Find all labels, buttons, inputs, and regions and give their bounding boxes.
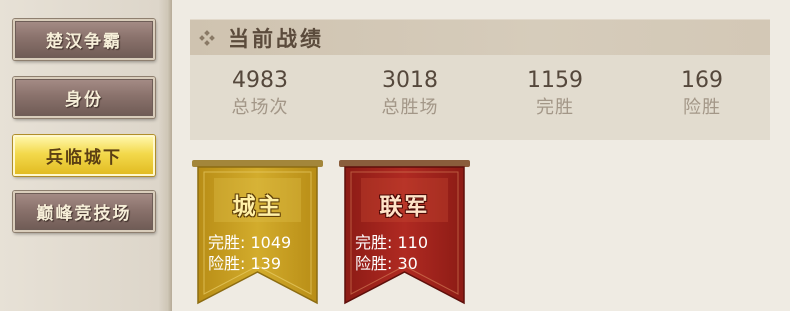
stat-value: 4983 (232, 68, 288, 93)
stat-value: 3018 (382, 68, 438, 93)
banner-perfect-wins: 完胜: 1049 (208, 233, 292, 252)
game-mode-menu: 楚汉争霸 身份 兵临城下 巅峰竞技场 (0, 0, 172, 311)
banner-title: 联军 (379, 193, 430, 220)
banner-narrow-wins: 险胜: 139 (208, 254, 282, 273)
section-header: 当前战绩 (190, 19, 770, 56)
stats-box: 4983 总场次 3018 总胜场 1159 完胜 169 险胜 (190, 55, 770, 140)
stat-total-wins: 3018 总胜场 (350, 67, 470, 121)
menu-button-binglin-chengxia[interactable]: 兵临城下 (13, 135, 155, 176)
stat-value: 169 (681, 68, 723, 93)
stat-perfect-wins: 1159 完胜 (495, 67, 615, 121)
stat-label: 险胜 (683, 97, 721, 118)
menu-button-chuhan-zhengba[interactable]: 楚汉争霸 (13, 19, 155, 60)
record-panel: 当前战绩 4983 总场次 3018 总胜场 1159 完胜 169 险胜 城主… (172, 0, 790, 311)
banner-lord: 城主 完胜: 1049 险胜: 139 (192, 160, 323, 311)
banner-alliance: 联军 完胜: 110 险胜: 30 (339, 160, 470, 311)
stat-label: 总场次 (231, 97, 289, 118)
stat-label: 完胜 (536, 97, 574, 118)
banner-perfect-wins: 完胜: 110 (355, 233, 429, 252)
stat-narrow-wins: 169 险胜 (642, 67, 762, 121)
banner-title: 城主 (232, 193, 283, 220)
diamond-cluster-icon (199, 29, 215, 46)
section-title: 当前战绩 (228, 25, 324, 51)
menu-button-dianfeng-jingjichang[interactable]: 巅峰竞技场 (13, 191, 155, 232)
stat-label: 总胜场 (381, 97, 439, 118)
menu-button-shenfen[interactable]: 身份 (13, 77, 155, 118)
banner-narrow-wins: 险胜: 30 (355, 254, 418, 273)
stat-value: 1159 (527, 68, 583, 93)
stat-total-games: 4983 总场次 (200, 67, 320, 121)
